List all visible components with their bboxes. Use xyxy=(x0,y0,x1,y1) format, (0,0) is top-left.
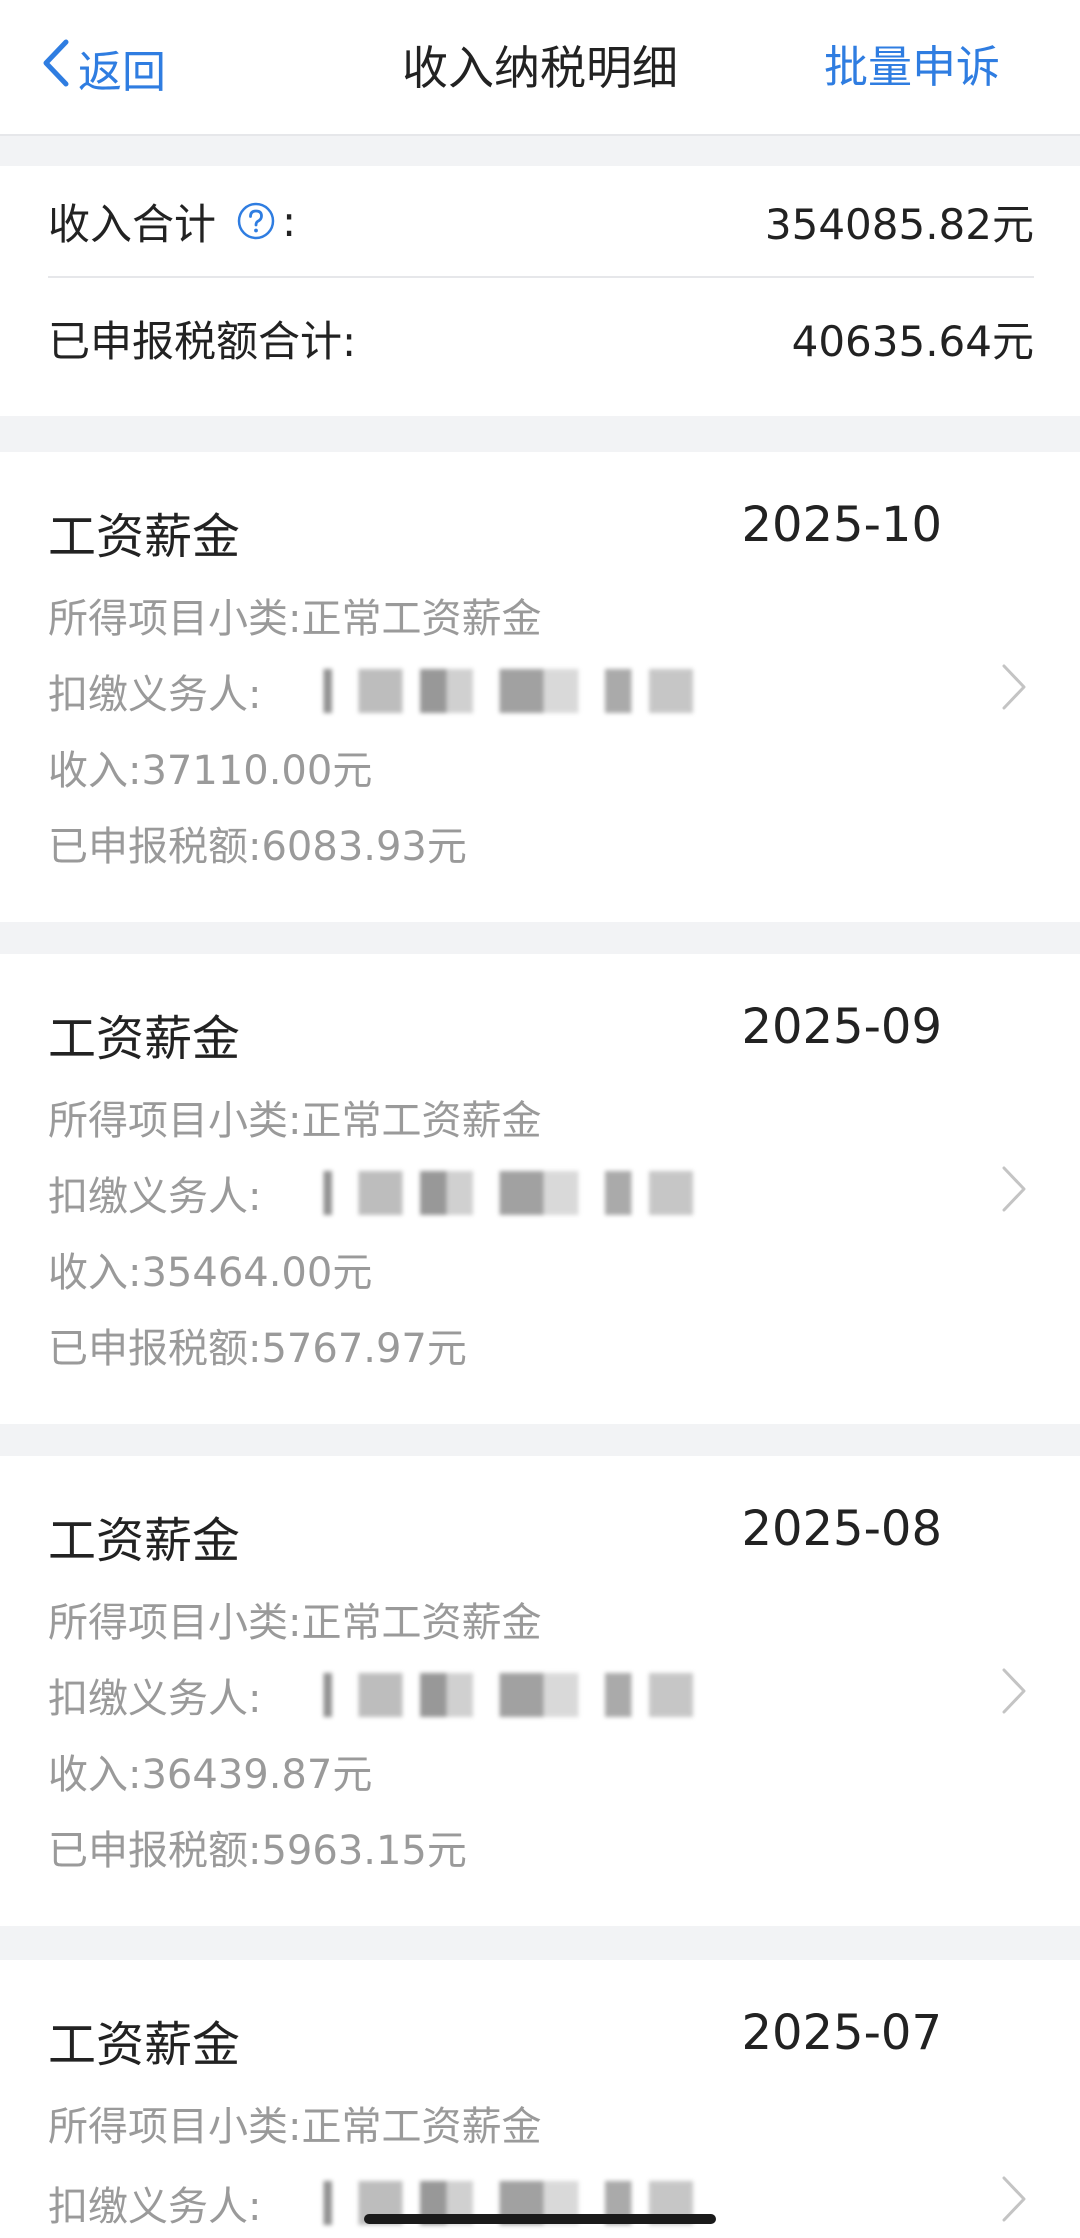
record-income: 收入:37110.00元 xyxy=(48,748,373,794)
chevron-right-icon xyxy=(1000,2174,1028,2224)
withholder-label: 扣缴义务人: xyxy=(48,1174,262,1220)
record-title: 工资薪金 xyxy=(48,2017,241,2073)
income-total-value: 354085.82元 xyxy=(764,199,1034,249)
withholder-label: 扣缴义务人: xyxy=(48,1676,262,1722)
record-period: 2025-08 xyxy=(741,1501,942,1557)
batch-appeal-button[interactable]: 批量申诉 xyxy=(824,38,1000,98)
tax-total-row: 已申报税额合计: 40635.64元 xyxy=(48,278,1034,398)
record-period: 2025-09 xyxy=(741,999,942,1055)
record-tax: 已申报税额:6083.93元 xyxy=(48,824,467,870)
withholder-label: 扣缴义务人: xyxy=(48,2184,262,2230)
tax-total-label: 已申报税额合计: xyxy=(48,316,357,366)
record-withholder: 扣缴义务人: xyxy=(48,1164,738,1222)
record-subcategory: 所得项目小类:正常工资薪金 xyxy=(48,1600,542,1646)
record-title: 工资薪金 xyxy=(48,509,241,565)
record-tax: 已申报税额:5767.97元 xyxy=(48,1326,467,1372)
record-income: 收入:35464.00元 xyxy=(48,1250,373,1296)
chevron-left-icon xyxy=(40,38,78,99)
app-screen: 返回 收入纳税明细 批量申诉 收入合计 : 354085.82元 已申报税额合计… xyxy=(0,0,1080,2238)
income-record-card[interactable]: 工资薪金 2025-09 所得项目小类:正常工资薪金 扣缴义务人: 收入:354… xyxy=(0,954,1080,1424)
chevron-right-icon xyxy=(1000,662,1028,712)
nav-bar: 返回 收入纳税明细 批量申诉 xyxy=(0,0,1080,136)
record-withholder: 扣缴义务人: xyxy=(48,1666,738,1724)
record-period: 2025-07 xyxy=(741,2005,942,2061)
home-indicator[interactable] xyxy=(364,2214,716,2224)
income-total-label-group: 收入合计 : xyxy=(48,191,296,252)
chevron-right-icon xyxy=(1000,1164,1028,1214)
income-total-label: 收入合计 xyxy=(48,199,217,249)
back-label: 返回 xyxy=(78,47,166,98)
withholder-label: 扣缴义务人: xyxy=(48,672,262,718)
summary-panel: 收入合计 : 354085.82元 已申报税额合计: 40635.64元 xyxy=(0,166,1080,416)
record-income: 收入:36439.87元 xyxy=(48,1752,373,1798)
chevron-right-icon xyxy=(1000,1666,1028,1716)
record-subcategory: 所得项目小类:正常工资薪金 xyxy=(48,596,542,642)
withholder-name-masked xyxy=(297,1171,738,1215)
income-record-card[interactable]: 工资薪金 2025-08 所得项目小类:正常工资薪金 扣缴义务人: 收入:364… xyxy=(0,1456,1080,1926)
record-subcategory: 所得项目小类:正常工资薪金 xyxy=(48,1098,542,1144)
income-record-card[interactable]: 工资薪金 2025-10 所得项目小类:正常工资薪金 扣缴义务人: 收入:371… xyxy=(0,452,1080,922)
record-withholder: 扣缴义务人: xyxy=(48,662,738,720)
back-button[interactable]: 返回 xyxy=(40,38,166,98)
question-circle-icon[interactable] xyxy=(236,201,276,241)
record-period: 2025-10 xyxy=(741,497,942,553)
record-title: 工资薪金 xyxy=(48,1011,241,1067)
withholder-name-masked xyxy=(297,1673,738,1717)
record-tax: 已申报税额:5963.15元 xyxy=(48,1828,467,1874)
withholder-name-masked xyxy=(297,669,738,713)
tax-total-value: 40635.64元 xyxy=(791,316,1034,366)
record-subcategory: 所得项目小类:正常工资薪金 xyxy=(48,2104,542,2150)
income-total-row: 收入合计 : 354085.82元 xyxy=(48,166,1034,278)
income-total-colon: : xyxy=(282,196,297,246)
record-title: 工资薪金 xyxy=(48,1513,241,1569)
income-record-card[interactable]: 工资薪金 2025-07 所得项目小类:正常工资薪金 扣缴义务人: xyxy=(0,1960,1080,2238)
